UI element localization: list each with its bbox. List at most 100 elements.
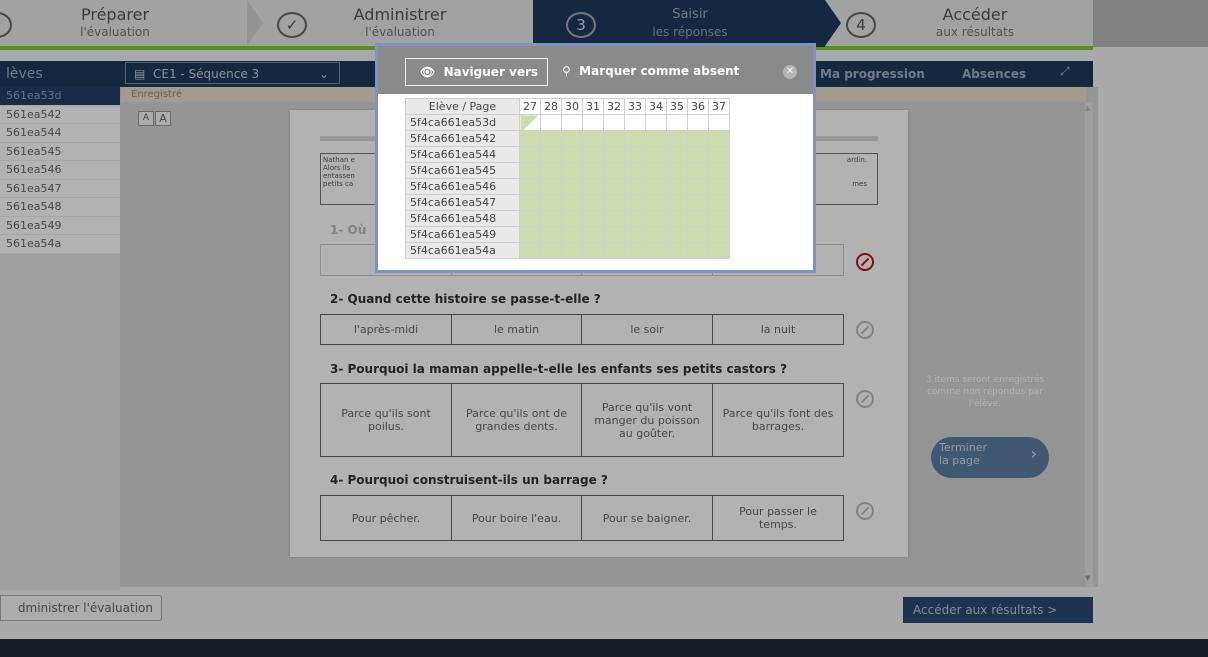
- grid-cell[interactable]: [645, 210, 667, 227]
- grid-cell[interactable]: [687, 162, 709, 179]
- grid-cell[interactable]: [603, 226, 625, 243]
- grid-cell[interactable]: [582, 242, 604, 259]
- grid-cell[interactable]: [603, 242, 625, 259]
- grid-cell[interactable]: [624, 210, 646, 227]
- grid-cell[interactable]: [624, 194, 646, 211]
- grid-cell[interactable]: [708, 130, 730, 147]
- grid-cell[interactable]: [708, 162, 730, 179]
- grid-cell[interactable]: [666, 226, 688, 243]
- grid-cell[interactable]: [624, 130, 646, 147]
- grid-cell[interactable]: [582, 162, 604, 179]
- grid-cell[interactable]: [645, 146, 667, 163]
- grid-cell[interactable]: [519, 194, 541, 211]
- grid-cell[interactable]: [540, 146, 562, 163]
- grid-cell[interactable]: [603, 210, 625, 227]
- grid-row: 5f4ca661ea546: [405, 178, 730, 195]
- grid-cell[interactable]: [645, 114, 667, 131]
- grid-cell[interactable]: [624, 114, 646, 131]
- grid-cell[interactable]: [582, 146, 604, 163]
- grid-cell[interactable]: [624, 146, 646, 163]
- grid-cell[interactable]: [561, 146, 583, 163]
- grid-cell[interactable]: [645, 194, 667, 211]
- grid-cell[interactable]: [540, 226, 562, 243]
- grid-row: 5f4ca661ea544: [405, 146, 730, 163]
- grid-cell[interactable]: [561, 226, 583, 243]
- grid-cell[interactable]: [624, 162, 646, 179]
- grid-cell[interactable]: [540, 210, 562, 227]
- grid-cell[interactable]: [540, 162, 562, 179]
- grid-cell[interactable]: [687, 194, 709, 211]
- grid-cell[interactable]: [666, 242, 688, 259]
- grid-cell[interactable]: [561, 162, 583, 179]
- grid-cell[interactable]: [687, 146, 709, 163]
- grid-cell[interactable]: [519, 226, 541, 243]
- grid-cell[interactable]: [561, 114, 583, 131]
- grid-cell[interactable]: [645, 242, 667, 259]
- grid-cell[interactable]: [540, 242, 562, 259]
- grid-cell[interactable]: [603, 162, 625, 179]
- grid-cell[interactable]: [645, 178, 667, 195]
- grid-cell[interactable]: [582, 194, 604, 211]
- grid-cell[interactable]: [603, 146, 625, 163]
- grid-cell[interactable]: [603, 194, 625, 211]
- page-header: 31: [582, 98, 604, 115]
- grid-cell[interactable]: [540, 194, 562, 211]
- navigate-to-button[interactable]: 👁 Naviguer vers: [405, 58, 548, 86]
- grid-cell[interactable]: [624, 226, 646, 243]
- grid-cell[interactable]: [666, 114, 688, 131]
- page-header: 34: [645, 98, 667, 115]
- grid-cell[interactable]: [519, 210, 541, 227]
- grid-cell[interactable]: [540, 178, 562, 195]
- grid-cell[interactable]: [561, 210, 583, 227]
- grid-cell[interactable]: [519, 242, 541, 259]
- grid-cell[interactable]: [687, 242, 709, 259]
- grid-cell[interactable]: [708, 114, 730, 131]
- grid-cell[interactable]: [582, 178, 604, 195]
- grid-cell[interactable]: [666, 210, 688, 227]
- grid-cell[interactable]: [666, 162, 688, 179]
- grid-cell[interactable]: [645, 162, 667, 179]
- grid-cell[interactable]: [540, 114, 562, 131]
- grid-student-id: 5f4ca661ea54a: [405, 242, 520, 259]
- grid-cell[interactable]: [708, 178, 730, 195]
- grid-cell[interactable]: [624, 178, 646, 195]
- grid-cell[interactable]: [519, 146, 541, 163]
- grid-cell[interactable]: [603, 114, 625, 131]
- grid-cell[interactable]: [666, 130, 688, 147]
- grid-cell[interactable]: [687, 130, 709, 147]
- grid-cell[interactable]: [666, 178, 688, 195]
- grid-cell[interactable]: [582, 130, 604, 147]
- grid-cell[interactable]: [561, 130, 583, 147]
- grid-cell[interactable]: [519, 130, 541, 147]
- grid-cell[interactable]: [540, 130, 562, 147]
- grid-cell[interactable]: [603, 178, 625, 195]
- grid-cell[interactable]: [561, 178, 583, 195]
- page-header: 37: [708, 98, 730, 115]
- grid-cell[interactable]: [666, 194, 688, 211]
- grid-cell[interactable]: [582, 226, 604, 243]
- grid-cell[interactable]: [708, 226, 730, 243]
- grid-cell[interactable]: [645, 130, 667, 147]
- grid-cell[interactable]: [708, 194, 730, 211]
- grid-cell[interactable]: [561, 242, 583, 259]
- grid-cell[interactable]: [708, 242, 730, 259]
- grid-cell[interactable]: [624, 242, 646, 259]
- mark-absent-button[interactable]: ⚲ Marquer comme absent: [562, 64, 739, 78]
- grid-cell[interactable]: [708, 210, 730, 227]
- grid-cell[interactable]: [519, 114, 541, 131]
- grid-cell[interactable]: [687, 178, 709, 195]
- grid-cell[interactable]: [582, 114, 604, 131]
- grid-cell[interactable]: [582, 210, 604, 227]
- close-icon[interactable]: ✕: [783, 65, 797, 79]
- grid-cell[interactable]: [666, 146, 688, 163]
- grid-cell[interactable]: [519, 178, 541, 195]
- grid-cell[interactable]: [687, 210, 709, 227]
- grid-student-id: 5f4ca661ea53d: [405, 114, 520, 131]
- grid-cell[interactable]: [561, 194, 583, 211]
- grid-cell[interactable]: [708, 146, 730, 163]
- grid-cell[interactable]: [687, 226, 709, 243]
- grid-cell[interactable]: [603, 130, 625, 147]
- grid-cell[interactable]: [645, 226, 667, 243]
- grid-cell[interactable]: [519, 162, 541, 179]
- grid-cell[interactable]: [687, 114, 709, 131]
